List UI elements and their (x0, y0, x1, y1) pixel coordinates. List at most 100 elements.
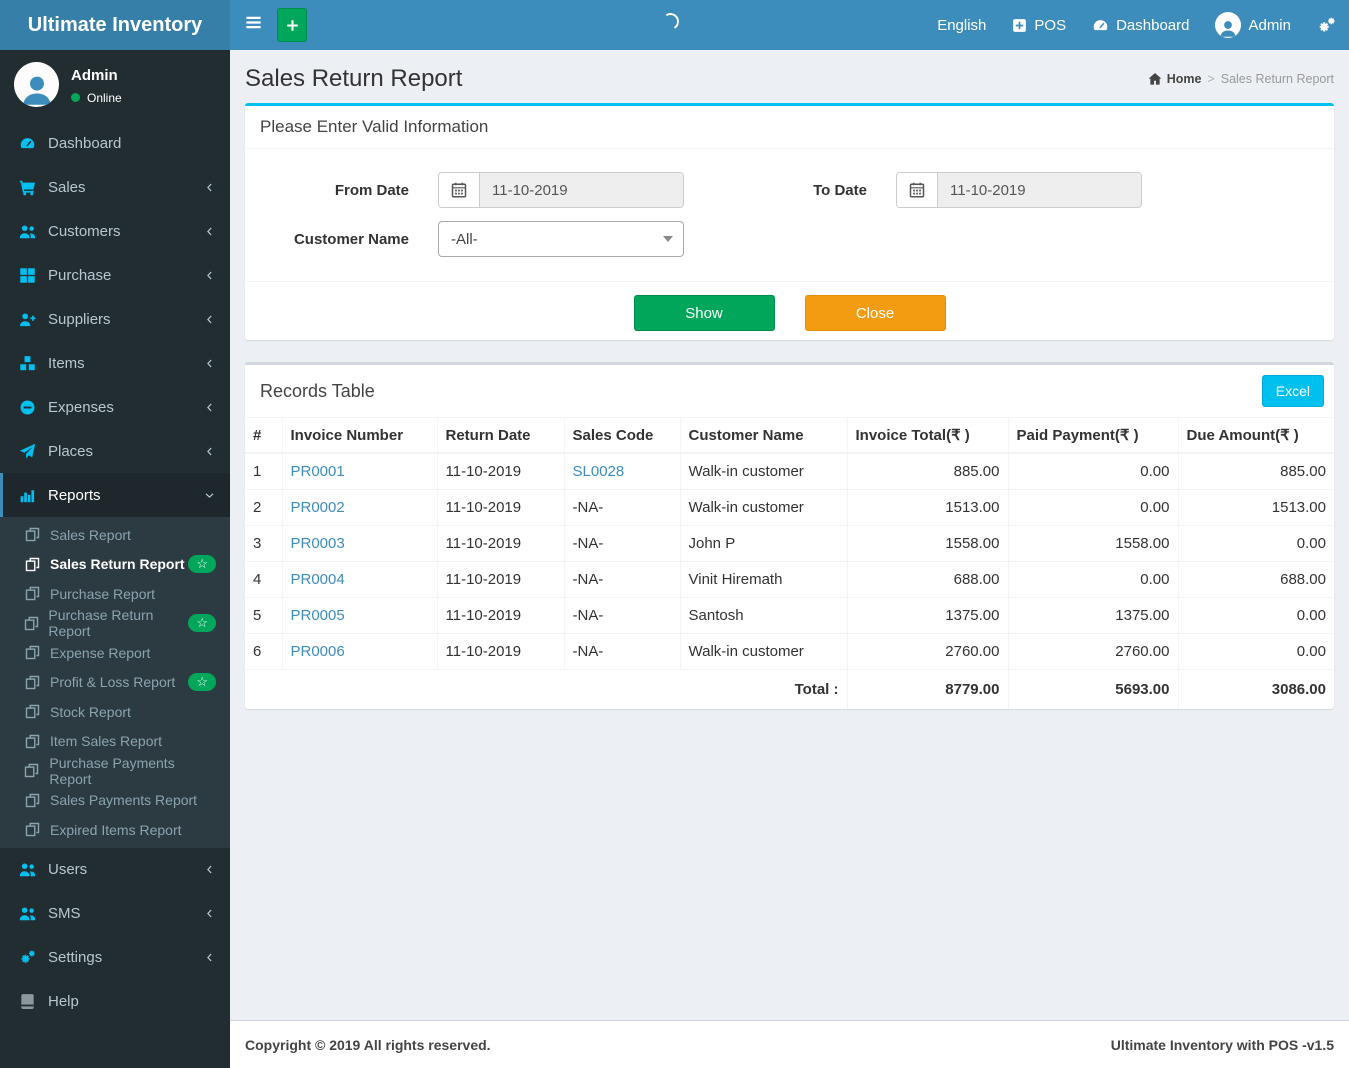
grid-icon (15, 267, 40, 284)
filter-row-customer: Customer Name -All- (245, 221, 1334, 257)
records-panel-header: Records Table Excel (245, 365, 1334, 417)
show-button[interactable]: Show (633, 295, 775, 331)
to-date-field[interactable]: 11-10-2019 (896, 172, 1142, 208)
submenu-item-item-sales-report[interactable]: Item Sales Report (0, 727, 230, 757)
breadcrumb-home-link[interactable]: Home (1148, 72, 1201, 86)
sidebar-item-places[interactable]: Places (0, 429, 230, 473)
navbar-user[interactable]: Admin (1202, 0, 1304, 50)
sidebar-item-users[interactable]: Users (0, 848, 230, 892)
sidebar-toggle-button[interactable] (230, 13, 277, 37)
main-content: Please Enter Valid Information From Date… (230, 98, 1349, 709)
minus-circle-icon (15, 399, 40, 416)
table-cell: 11-10-2019 (436, 525, 565, 562)
from-date-input[interactable]: 11-10-2019 (480, 173, 683, 207)
invoice-number-link[interactable]: PR0001 (291, 463, 345, 480)
copy-icon (21, 557, 43, 572)
column-header: Due Amount(₹ ) (1177, 417, 1334, 454)
table-cell: 1513.00 (1177, 489, 1334, 526)
invoice-number-link[interactable]: PR0004 (291, 571, 345, 588)
users-icon (15, 861, 40, 878)
invoice-number-link[interactable]: PR0006 (291, 643, 345, 660)
sidebar-item-reports[interactable]: Reports (0, 473, 230, 517)
table-cell: 6 (245, 633, 283, 670)
from-date-field[interactable]: 11-10-2019 (438, 172, 684, 208)
table-cell: 2 (245, 489, 283, 526)
copy-icon (21, 734, 43, 749)
column-header: # (245, 417, 283, 454)
submenu-item-stock-report[interactable]: Stock Report (0, 697, 230, 727)
records-table-body: 1 PR0001 11-10-2019 SL0028 Walk-in customer 8… (245, 452, 1334, 670)
sidebar-item-label: Users (48, 861, 88, 878)
sidebar-item-items[interactable]: Items (0, 341, 230, 385)
excel-export-button[interactable]: Excel (1261, 375, 1324, 407)
calendar-icon[interactable] (439, 173, 480, 207)
table-cell: 0.00 (1177, 597, 1334, 634)
submenu-item-sales-return-report[interactable]: Sales Return Report ☆ (0, 550, 230, 580)
chevron-left-icon (204, 182, 215, 193)
table-cell: Walk-in customer (679, 489, 848, 526)
sidebar-item-sales[interactable]: Sales (0, 165, 230, 209)
table-cell: 5 (245, 597, 283, 634)
submenu-item-sales-payments-report[interactable]: Sales Payments Report (0, 786, 230, 816)
calendar-icon[interactable] (897, 173, 938, 207)
close-button[interactable]: Close (804, 295, 946, 331)
submenu-item-label: Profit & Loss Report (50, 674, 176, 691)
invoice-number-link[interactable]: PR0003 (291, 535, 345, 552)
sidebar-item-dashboard[interactable]: Dashboard (0, 121, 230, 165)
submenu-item-purchase-return-report[interactable]: Purchase Return Report ☆ (0, 607, 230, 639)
filter-panel-title: Please Enter Valid Information (245, 106, 1334, 149)
top-navbar: English POS Dashboard Admin (230, 0, 1349, 50)
submenu-item-expense-report[interactable]: Expense Report (0, 638, 230, 668)
records-table-head: # Invoice Number Return Date Sales Code Cust… (245, 417, 1334, 454)
sidebar-item-expenses[interactable]: Expenses (0, 385, 230, 429)
customer-name-select[interactable]: -All- (438, 221, 684, 257)
sidebar-item-label: Settings (48, 949, 103, 966)
records-panel: Records Table Excel # Invoice Number Retur… (245, 362, 1334, 709)
sidebar-item-sms[interactable]: SMS (0, 892, 230, 936)
table-cell: 0.00 (1177, 525, 1334, 562)
to-date-input[interactable]: 11-10-2019 (938, 173, 1141, 207)
navbar-pos[interactable]: POS (999, 0, 1079, 50)
records-table-title: Records Table (260, 380, 375, 401)
invoice-number-cell: PR0005 (281, 597, 438, 634)
navbar-dashboard[interactable]: Dashboard (1079, 0, 1202, 50)
submenu-item-expired-items-report[interactable]: Expired Items Report (0, 815, 230, 845)
table-row: 2 PR0002 11-10-2019 -NA- Walk-in customer 151… (245, 489, 1334, 526)
submenu-item-label: Sales Report (50, 526, 131, 543)
sidebar-item-purchase[interactable]: Purchase (0, 253, 230, 297)
invoice-number-link[interactable]: PR0005 (291, 607, 345, 624)
table-cell: Vinit Hiremath (679, 561, 848, 598)
submenu-item-label: Expired Items Report (50, 821, 182, 838)
copy-icon (21, 675, 43, 690)
table-cell: Walk-in customer (679, 452, 848, 490)
column-header: Sales Code (563, 417, 681, 454)
sidebar-item-suppliers[interactable]: Suppliers (0, 297, 230, 341)
brand-logo[interactable]: Ultimate Inventory (0, 0, 230, 50)
breadcrumb-current: Sales Return Report (1220, 72, 1334, 86)
sales-code-link[interactable]: SL0028 (573, 463, 625, 480)
table-cell: 1 (245, 452, 283, 490)
navbar-dashboard-label: Dashboard (1116, 16, 1190, 34)
sidebar-item-customers[interactable]: Customers (0, 209, 230, 253)
sidebar-item-label: Sales (48, 178, 86, 196)
breadcrumb: Home > Sales Return Report (1148, 72, 1334, 86)
sidebar-user-name: Admin (71, 66, 118, 84)
quick-add-button[interactable] (277, 8, 307, 42)
submenu-item-profit-loss-report[interactable]: Profit & Loss Report ☆ (0, 668, 230, 698)
sidebar-item-help[interactable]: Help (0, 980, 230, 1024)
chevron-down-icon (663, 236, 673, 242)
table-cell: 1558.00 (1007, 525, 1179, 562)
person-icon (1220, 21, 1237, 37)
submenu-item-purchase-report[interactable]: Purchase Report (0, 579, 230, 609)
submenu-item-purchase-payments-report[interactable]: Purchase Payments Report (0, 755, 230, 787)
table-cell: Santosh (679, 597, 848, 634)
submenu-item-label: Stock Report (50, 703, 131, 720)
navbar-language[interactable]: English (924, 0, 999, 50)
invoice-number-link[interactable]: PR0002 (291, 499, 345, 516)
navbar-settings[interactable] (1304, 0, 1349, 50)
submenu-item-sales-report[interactable]: Sales Report (0, 520, 230, 550)
sidebar-item-settings[interactable]: Settings (0, 936, 230, 980)
sidebar-user-status[interactable]: Online (71, 91, 122, 105)
customer-name-label: Customer Name (293, 230, 409, 248)
star-badge: ☆ (188, 614, 216, 633)
